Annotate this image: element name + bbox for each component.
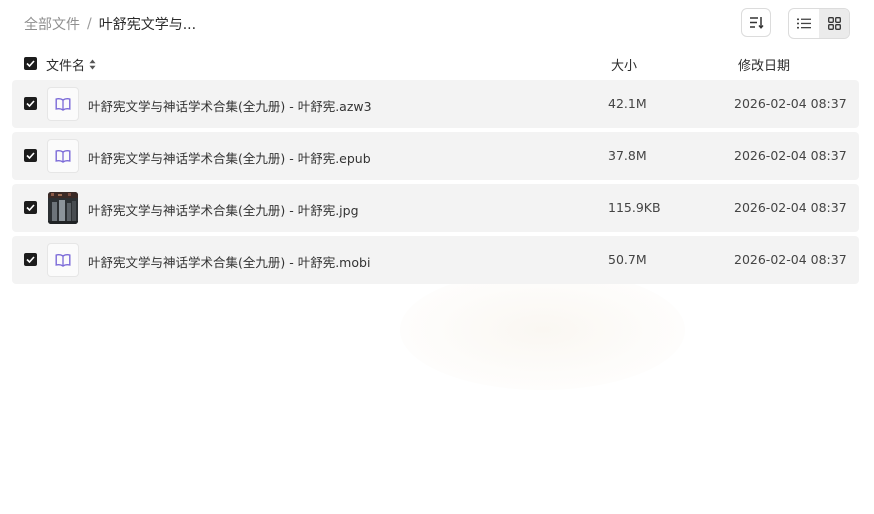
file-size: 42.1M: [608, 96, 647, 111]
column-header-size[interactable]: 大小: [611, 55, 637, 74]
list-view-button[interactable]: [789, 9, 819, 38]
file-row[interactable]: 叶舒宪文学与神话学术合集(全九册) - 叶舒宪.mobi 50.7M 2026-…: [12, 236, 859, 284]
ebook-file-icon: [48, 88, 78, 120]
file-checkbox[interactable]: [24, 97, 37, 110]
breadcrumb-current-folder: 叶舒宪文学与...: [98, 17, 197, 33]
image-thumbnail: [48, 192, 78, 224]
checkmark-icon: [26, 100, 35, 107]
breadcrumb-separator: /: [87, 16, 92, 32]
select-all-checkbox[interactable]: [24, 57, 37, 70]
ebook-icon: [55, 253, 71, 267]
file-row[interactable]: 叶舒宪文学与神话学术合集(全九册) - 叶舒宪.azw3 42.1M 2026-…: [12, 80, 859, 128]
file-checkbox[interactable]: [24, 201, 37, 214]
file-modified-date: 2026-02-04 08:37: [734, 148, 847, 163]
file-size: 115.9KB: [608, 200, 661, 215]
file-size: 50.7M: [608, 252, 647, 267]
checkmark-icon: [26, 152, 35, 159]
file-row[interactable]: 叶舒宪文学与神话学术合集(全九册) - 叶舒宪.jpg 115.9KB 2026…: [12, 184, 859, 232]
column-header-name[interactable]: 文件名: [46, 55, 96, 74]
file-list-header: 文件名 大小 修改日期: [12, 52, 859, 76]
book-cover-thumbnail-icon: [48, 192, 78, 224]
view-mode-toggle: [788, 8, 850, 39]
breadcrumb-root-link[interactable]: 全部文件: [24, 14, 80, 34]
background-glow: [400, 270, 685, 390]
column-header-name-label: 文件名: [46, 59, 86, 74]
file-modified-date: 2026-02-04 08:37: [734, 96, 847, 111]
ebook-icon: [55, 149, 71, 163]
sort-toggle-icon: [89, 59, 96, 70]
file-row[interactable]: 叶舒宪文学与神话学术合集(全九册) - 叶舒宪.epub 37.8M 2026-…: [12, 132, 859, 180]
ebook-icon: [55, 97, 71, 111]
file-name[interactable]: 叶舒宪文学与神话学术合集(全九册) - 叶舒宪.jpg: [88, 200, 359, 219]
grid-view-icon: [827, 17, 841, 30]
file-name[interactable]: 叶舒宪文学与神话学术合集(全九册) - 叶舒宪.epub: [88, 148, 371, 167]
file-size: 37.8M: [608, 148, 647, 163]
ebook-file-icon: [48, 244, 78, 276]
file-name[interactable]: 叶舒宪文学与神话学术合集(全九册) - 叶舒宪.mobi: [88, 252, 370, 271]
list-view-icon: [797, 18, 811, 29]
file-modified-date: 2026-02-04 08:37: [734, 252, 847, 267]
file-name[interactable]: 叶舒宪文学与神话学术合集(全九册) - 叶舒宪.azw3: [88, 96, 372, 115]
checkmark-icon: [26, 256, 35, 263]
column-header-modified[interactable]: 修改日期: [738, 55, 790, 74]
breadcrumb: 全部文件 / 叶舒宪文学与...: [24, 14, 196, 34]
file-list: 叶舒宪文学与神话学术合集(全九册) - 叶舒宪.azw3 42.1M 2026-…: [12, 80, 859, 288]
checkmark-icon: [26, 204, 35, 211]
file-modified-date: 2026-02-04 08:37: [734, 200, 847, 215]
sort-button[interactable]: [741, 8, 771, 37]
ebook-file-icon: [48, 140, 78, 172]
file-checkbox[interactable]: [24, 253, 37, 266]
file-checkbox[interactable]: [24, 149, 37, 162]
view-toolbar: [741, 8, 850, 39]
sort-lines-icon: [749, 17, 764, 29]
grid-view-button[interactable]: [819, 9, 849, 38]
checkmark-icon: [26, 60, 35, 67]
